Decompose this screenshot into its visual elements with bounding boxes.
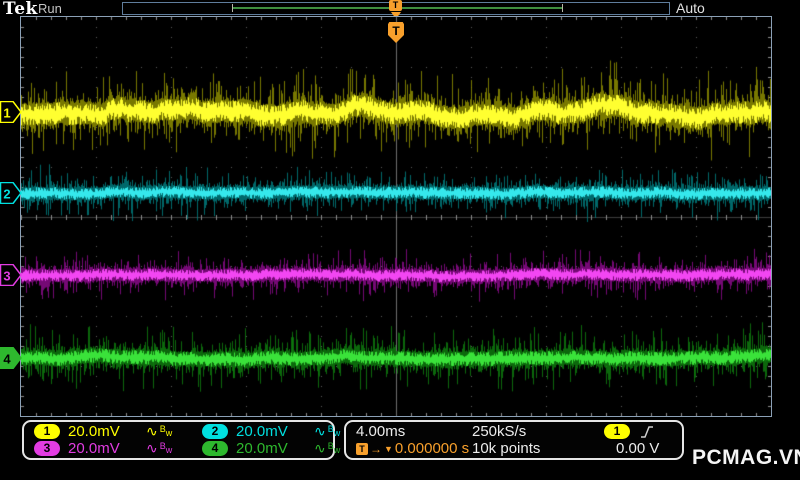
channel-4-position-marker[interactable]: 4 (0, 347, 22, 369)
ac-coupling-icon: ∿ (146, 440, 158, 456)
ac-coupling-icon: ∿ (146, 423, 158, 439)
trigger-level: 0.00 V (616, 440, 660, 457)
channel-1-badge: 1 (34, 424, 60, 439)
bandwidth-limit-icon: B (327, 441, 334, 451)
channel-4-coupling-icons: ∿ Bw (314, 440, 341, 456)
channel-1-scale: 20.0mV (68, 423, 120, 440)
trigger-t-icon: T (356, 442, 368, 455)
channel-3-scale: 20.0mV (68, 440, 120, 457)
svg-text:1: 1 (3, 106, 10, 121)
trigger-mode-label: Auto (676, 0, 705, 16)
bandwidth-limit-icon: B (327, 424, 334, 434)
svg-text:2: 2 (3, 187, 10, 202)
ac-coupling-icon: ∿ (314, 423, 326, 439)
svg-text:4: 4 (3, 352, 11, 367)
record-window-start-tick (232, 4, 233, 12)
record-length: 10k points (472, 440, 541, 457)
trigger-position-readout: T → ▼ 0.000000 s (356, 440, 472, 457)
arrow-right-icon: → (370, 441, 382, 456)
trigger-level-icon: ▼ (384, 443, 393, 454)
channel-1-coupling-icons: ∿ Bw (146, 423, 173, 439)
channel-4-badge: 4 (202, 441, 228, 456)
timebase-scale: 4.00ms (356, 423, 406, 440)
channel-2-coupling-icons: ∿ Bw (314, 423, 341, 439)
waveform-display (20, 16, 772, 417)
ac-coupling-icon: ∿ (314, 440, 326, 456)
oscilloscope-screen: Tek Run T Auto T 1 2 3 4 1 20.0mV ∿ Bw 2 … (0, 0, 800, 480)
sample-rate: 250kS/s (472, 423, 527, 440)
channel-2-scale: 20.0mV (236, 423, 288, 440)
bandwidth-limit-icon: B (159, 424, 166, 434)
channel-readout-box: 1 20.0mV ∿ Bw 2 20.0mV ∿ Bw 3 20.0mV ∿ Bw 4… (22, 420, 340, 460)
channel-3-coupling-icons: ∿ Bw (146, 440, 173, 456)
channel-1-position-marker[interactable]: 1 (0, 101, 22, 123)
channel-3-badge: 3 (34, 441, 60, 456)
record-window-end-tick (562, 4, 563, 12)
channel-3-position-marker[interactable]: 3 (0, 264, 22, 286)
rising-edge-icon (641, 425, 653, 438)
record-trigger-position-marker: T (389, 0, 402, 11)
svg-text:3: 3 (3, 269, 10, 284)
channel-4-scale: 20.0mV (236, 440, 288, 457)
channel-2-badge: 2 (202, 424, 228, 439)
timebase-trigger-box: 4.00ms 250kS/s 1 T → ▼ 0.000000 s 10k point… (344, 420, 684, 460)
trigger-source-badge: 1 (604, 424, 630, 439)
acquisition-status: Run (38, 1, 62, 16)
bandwidth-limit-icon: B (159, 441, 166, 451)
watermark: PCMAG.VN (692, 446, 800, 469)
channel-2-position-marker[interactable]: 2 (0, 182, 22, 204)
waveform-canvas (21, 17, 771, 416)
